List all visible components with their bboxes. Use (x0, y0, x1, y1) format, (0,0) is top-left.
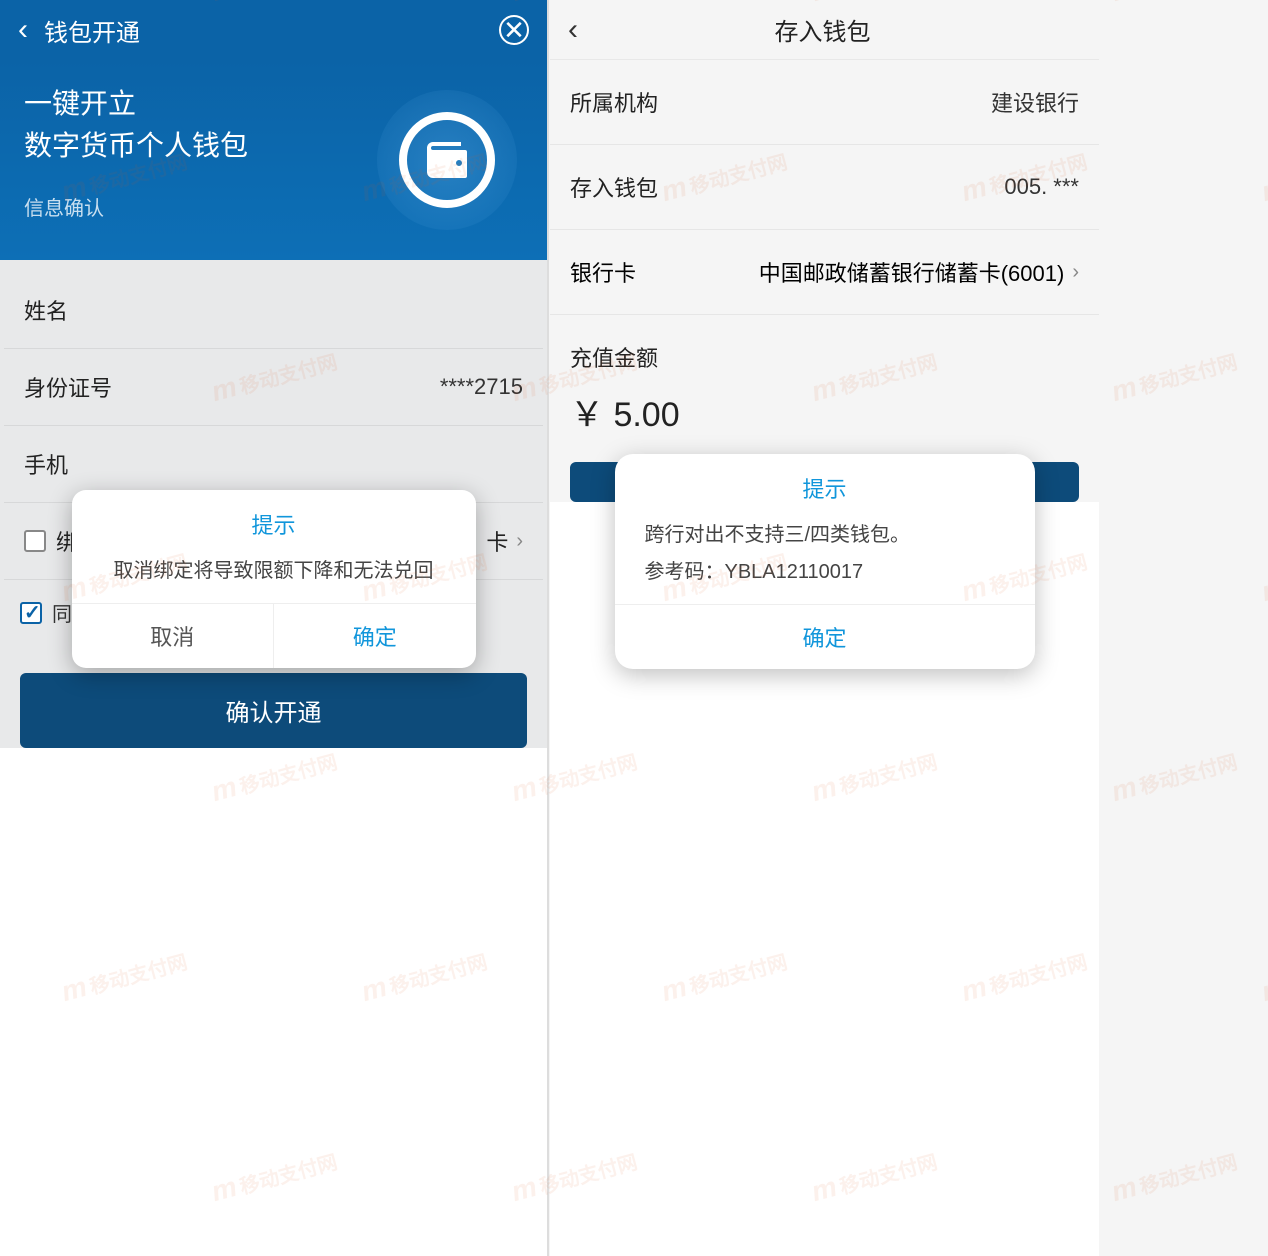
dialog-body: 跨行对出不支持三/四类钱包。 (615, 514, 1035, 553)
header-bar: ‹ 钱包开通 ✕ (0, 0, 547, 60)
amount-label: 充值金额 (550, 315, 1099, 377)
dialog-title: 提示 (72, 490, 476, 548)
close-icon[interactable]: ✕ (499, 15, 529, 45)
field-name[interactable]: 姓名 (4, 272, 543, 349)
screen-deposit-wallet: ‹ 存入钱包 所属机构 建设银行 存入钱包 005. *** 银行卡 中国邮政储… (550, 0, 1099, 1256)
row-org-label: 所属机构 (570, 86, 658, 118)
deposit-body: 所属机构 建设银行 存入钱包 005. *** 银行卡 中国邮政储蓄银行储蓄卡(… (550, 60, 1099, 502)
dialog-ok-button[interactable]: 确定 (274, 604, 476, 668)
alert-dialog: 提示 跨行对出不支持三/四类钱包。 参考码：YBLA12110017 确定 (615, 454, 1035, 669)
wallet-icon (423, 136, 471, 184)
hero-banner: 一键开立 数字货币个人钱包 信息确认 (0, 60, 547, 260)
row-card-label: 银行卡 (570, 256, 670, 288)
row-wallet[interactable]: 存入钱包 005. *** (550, 145, 1099, 230)
chevron-right-icon: › (1072, 261, 1079, 284)
page-title: 钱包开通 (44, 13, 499, 48)
confirm-open-button[interactable]: 确认开通 (20, 673, 527, 748)
wallet-circle (399, 112, 495, 208)
row-wallet-label: 存入钱包 (570, 171, 658, 203)
dialog-ref-row: 参考码：YBLA12110017 (615, 553, 1035, 604)
dialog-title: 提示 (615, 454, 1035, 514)
chevron-right-icon: › (516, 530, 523, 553)
page-title: 存入钱包 (594, 12, 1051, 47)
back-icon[interactable]: ‹ (18, 13, 28, 47)
dialog-body: 取消绑定将导致限额下降和无法兑回 (72, 548, 476, 603)
row-wallet-value: 005. *** (1004, 174, 1079, 200)
field-phone-label: 手机 (24, 448, 523, 480)
row-org-value: 建设银行 (991, 86, 1079, 118)
dialog-ok-button[interactable]: 确定 (615, 604, 1035, 669)
dialog-buttons: 取消 确定 (72, 603, 476, 668)
field-bind-suffix: 卡 (486, 525, 508, 557)
agree-checkbox[interactable] (20, 602, 42, 624)
amount-value[interactable]: ￥ 5.00 (550, 377, 1099, 462)
screen-wallet-open: ‹ 钱包开通 ✕ 一键开立 数字货币个人钱包 信息确认 姓名 身份证号 ****… (0, 0, 549, 1256)
row-card[interactable]: 银行卡 中国邮政储蓄银行储蓄卡(6001) › (550, 230, 1099, 315)
row-org: 所属机构 建设银行 (550, 60, 1099, 145)
dialog-ref-label: 参考码： (645, 561, 725, 583)
row-card-value: 中国邮政储蓄银行储蓄卡(6001) (670, 256, 1064, 288)
back-icon[interactable]: ‹ (568, 13, 578, 47)
field-id-value: ****2715 (440, 374, 523, 400)
field-id[interactable]: 身份证号 ****2715 (4, 349, 543, 426)
field-id-label: 身份证号 (24, 371, 440, 403)
wallet-badge (377, 90, 517, 230)
header-bar: ‹ 存入钱包 (550, 0, 1099, 60)
dialog-cancel-button[interactable]: 取消 (72, 604, 275, 668)
field-name-label: 姓名 (24, 294, 523, 326)
dialog-ref-code: YBLA12110017 (725, 561, 864, 583)
checkbox-unchecked-icon[interactable] (24, 530, 46, 552)
confirm-dialog: 提示 取消绑定将导致限额下降和无法兑回 取消 确定 (72, 490, 476, 668)
